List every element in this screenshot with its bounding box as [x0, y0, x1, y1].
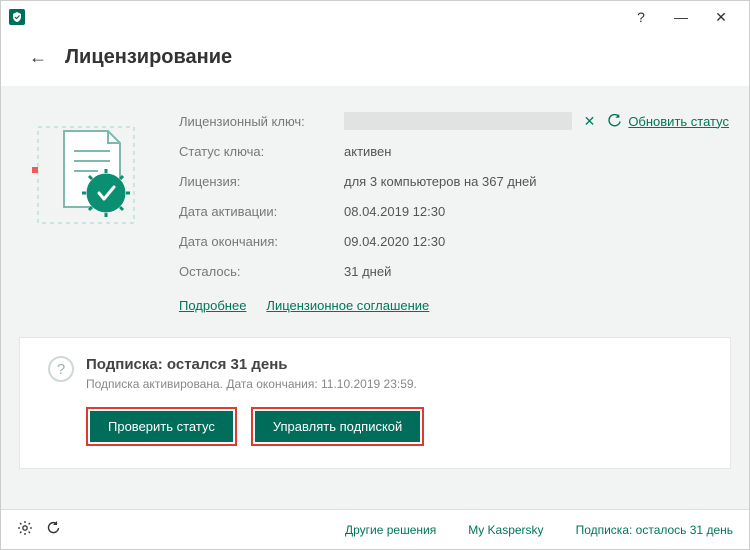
expiry-date-label: Дата окончания:: [179, 234, 344, 249]
page-title: Лицензирование: [65, 46, 232, 69]
license-key-value: [344, 112, 572, 130]
key-status-label: Статус ключа:: [179, 144, 344, 159]
back-button[interactable]: ←: [25, 43, 51, 72]
activation-date-label: Дата активации:: [179, 204, 344, 219]
license-type-value: для 3 компьютеров на 367 дней: [344, 174, 537, 189]
expiry-date-value: 09.04.2020 12:30: [344, 234, 445, 249]
subscription-panel: ? Подписка: остался 31 день Подписка акт…: [19, 337, 731, 469]
minimize-button[interactable]: —: [661, 1, 701, 33]
remaining-label: Осталось:: [179, 264, 344, 279]
sync-button[interactable]: [45, 520, 61, 539]
subscription-desc: Подписка активирована. Дата окончания: 1…: [86, 377, 417, 391]
license-document-icon: [21, 106, 151, 236]
remove-key-button[interactable]: ✕: [584, 113, 596, 130]
license-key-label: Лицензионный ключ:: [179, 114, 344, 129]
settings-button[interactable]: [17, 520, 33, 539]
manage-subscription-button[interactable]: Управлять подпиской: [255, 411, 420, 442]
update-status-text: Обновить статус: [628, 114, 729, 129]
check-status-button[interactable]: Проверить статус: [90, 411, 233, 442]
remaining-value: 31 дней: [344, 264, 391, 279]
license-type-label: Лицензия:: [179, 174, 344, 189]
refresh-icon: [607, 114, 622, 129]
key-status-value: активен: [344, 144, 391, 159]
my-kaspersky-link[interactable]: My Kaspersky: [468, 523, 543, 537]
subscription-title: Подписка: остался 31 день: [86, 356, 417, 373]
update-status-link[interactable]: Обновить статус: [607, 114, 729, 129]
question-icon: ?: [48, 356, 74, 382]
other-solutions-link[interactable]: Другие решения: [345, 523, 436, 537]
activation-date-value: 08.04.2019 12:30: [344, 204, 445, 219]
details-link[interactable]: Подробнее: [179, 298, 246, 313]
license-agreement-link[interactable]: Лицензионное соглашение: [266, 298, 429, 313]
app-logo-icon: [9, 9, 25, 25]
close-window-button[interactable]: ✕: [701, 1, 741, 33]
highlight-frame: Проверить статус: [86, 407, 237, 446]
highlight-frame: Управлять подпиской: [251, 407, 424, 446]
help-button[interactable]: ?: [621, 1, 661, 33]
footer-subscription-status[interactable]: Подписка: осталось 31 день: [576, 523, 733, 537]
